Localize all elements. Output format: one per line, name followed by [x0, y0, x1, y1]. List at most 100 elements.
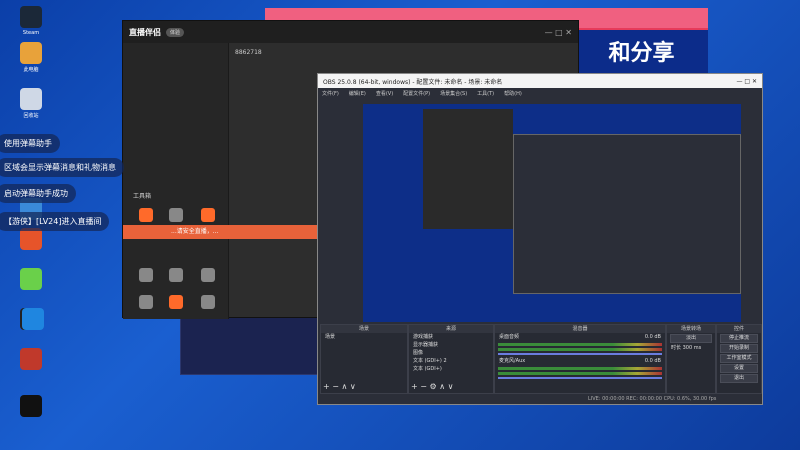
- preview-obs-window: [513, 134, 741, 294]
- app10-icon: [20, 395, 42, 417]
- controls-list: 停止推流 开始录制 工作室模式 设置 退出: [717, 334, 761, 383]
- browser-banner: 和分享: [575, 30, 708, 78]
- tool-8[interactable]: [163, 295, 189, 311]
- mixer-channel[interactable]: 桌面音频 0.0 dB: [495, 333, 665, 355]
- obs-menu-item[interactable]: 文件(F): [322, 90, 339, 97]
- app9-icon: [20, 348, 42, 370]
- mixer-channel-name: 麦克风/Aux: [499, 358, 526, 364]
- obs-menu-item[interactable]: 工具(T): [477, 90, 494, 97]
- obs-menubar: 文件(F) 编辑(E) 查看(V) 配置文件(P) 场景集合(S) 工具(T) 帮助(H): [318, 88, 762, 98]
- tool-icon: [201, 208, 215, 222]
- transition-select[interactable]: 淡出: [670, 334, 712, 343]
- obs-window-controls[interactable]: — □ ✕: [736, 78, 757, 85]
- desktop-icon-label: Steam: [22, 30, 40, 36]
- source-item[interactable]: 显示器捕获: [409, 341, 493, 349]
- controls-dock[interactable]: 控件 停止推流 开始录制 工作室模式 设置 退出: [716, 324, 762, 394]
- mixer-channel[interactable]: 麦克风/Aux 0.0 dB: [495, 357, 665, 379]
- scenes-dock[interactable]: 场景 场景 + − ∧ ∨: [320, 324, 408, 394]
- tool-icon: [169, 295, 183, 309]
- obs-title: OBS 25.0.8 (64-bit, windows) - 配置文件: 未命名…: [323, 78, 503, 86]
- transitions-header: 场景转场: [667, 325, 715, 333]
- obs-menu-item[interactable]: 查看(V): [376, 90, 393, 97]
- control-button[interactable]: 停止推流: [720, 334, 758, 343]
- obs-window[interactable]: OBS 25.0.8 (64-bit, windows) - 配置文件: 未命名…: [317, 73, 763, 405]
- preview-desktop: [363, 154, 418, 224]
- tool-4[interactable]: [133, 268, 159, 284]
- control-button[interactable]: 工作室模式: [720, 354, 758, 363]
- zb-logo: 直播伴侣: [129, 27, 161, 37]
- tool-icon: [201, 268, 215, 282]
- source-item[interactable]: 文本 (GDI+): [409, 365, 493, 373]
- tool-3[interactable]: [195, 208, 221, 224]
- controls-header: 控件: [717, 325, 761, 333]
- duration-label: 时长: [671, 345, 682, 351]
- volume-meter: [498, 348, 662, 351]
- volume-meter: [498, 343, 662, 346]
- source-item[interactable]: 游戏捕获: [409, 333, 493, 341]
- duration-row: 时长 300 ms: [667, 344, 715, 352]
- desktop-icon-app8[interactable]: [18, 308, 48, 332]
- scene-item[interactable]: 场景: [321, 333, 407, 341]
- transitions-dock[interactable]: 场景转场 淡出 时长 300 ms: [666, 324, 716, 394]
- chat-line-3: 启动弹幕助手成功: [0, 184, 76, 203]
- preview-zb-window: [423, 109, 513, 229]
- control-button[interactable]: 开始录制: [720, 344, 758, 353]
- desktop-icon-app9[interactable]: [16, 348, 46, 372]
- source-item[interactable]: 图像: [409, 349, 493, 357]
- obs-menu-item[interactable]: 场景集合(S): [440, 90, 467, 97]
- chat-line-2: 区域会显示弹幕消息和礼物消息: [0, 158, 124, 177]
- obs-preview[interactable]: [363, 104, 741, 322]
- volume-meter: [498, 372, 662, 375]
- obs-menu-item[interactable]: 配置文件(P): [403, 90, 430, 97]
- tool-icon: [139, 268, 153, 282]
- obs-menu-item[interactable]: 编辑(E): [349, 90, 366, 97]
- tool-5[interactable]: [163, 268, 189, 284]
- control-button[interactable]: 退出: [720, 374, 758, 383]
- tool-7[interactable]: [133, 295, 159, 311]
- duration-value[interactable]: 300 ms: [683, 345, 702, 351]
- tool-2[interactable]: [163, 208, 189, 224]
- sources-buttons[interactable]: + − ⚙ ∧ ∨: [411, 382, 453, 391]
- app3-icon: [20, 88, 42, 110]
- volume-meter: [498, 367, 662, 370]
- steam-icon: [20, 6, 42, 28]
- obs-menu-item[interactable]: 帮助(H): [504, 90, 522, 97]
- tool-6[interactable]: [195, 268, 221, 284]
- chat-line-1: 使用弹幕助手: [0, 134, 60, 153]
- app5-icon: [20, 228, 42, 250]
- desktop-icon-app2[interactable]: 此电脑: [16, 42, 46, 73]
- tool-icon: [169, 268, 183, 282]
- obs-statusbar: LIVE: 00:00:00 REC: 00:00:00 CPU: 0.6%, …: [318, 394, 762, 404]
- scenes-buttons[interactable]: + − ∧ ∨: [323, 382, 356, 391]
- tool-icon: [139, 295, 153, 309]
- volume-slider[interactable]: [498, 353, 662, 355]
- tool-icon: [139, 208, 153, 222]
- sources-dock[interactable]: 来源 游戏捕获 显示器捕获 图像 文本 (GDI+) 2 文本 (GDI+) + − ⚙…: [408, 324, 494, 394]
- desktop-icon-app3[interactable]: 回收站: [16, 88, 46, 119]
- desktop-icon-app5[interactable]: [16, 228, 46, 252]
- room-id: 8862718: [235, 49, 262, 56]
- zb-window-controls[interactable]: — □ ✕: [545, 28, 572, 37]
- desktop-icon-app10[interactable]: [16, 395, 46, 419]
- zb-badge: 体验: [166, 27, 185, 37]
- control-button[interactable]: 设置: [720, 364, 758, 373]
- obs-titlebar: OBS 25.0.8 (64-bit, windows) - 配置文件: 未命名…: [318, 74, 762, 88]
- mixer-channel-db: 0.0 dB: [644, 358, 661, 364]
- tool-1[interactable]: [133, 208, 159, 224]
- volume-slider[interactable]: [498, 377, 662, 379]
- tool-icon: [201, 295, 215, 309]
- toolbox-label: 工具箱: [133, 193, 152, 200]
- desktop-icon-app6[interactable]: [16, 268, 46, 292]
- zb-titlebar: 直播伴侣 体验 — □ ✕: [123, 21, 578, 43]
- mixer-header: 混音器: [495, 325, 665, 333]
- source-item[interactable]: 文本 (GDI+) 2: [409, 357, 493, 365]
- mixer-dock[interactable]: 混音器 桌面音频 0.0 dB 麦克风/Aux 0.0 dB: [494, 324, 666, 394]
- desktop-icon-label: 回收站: [23, 113, 39, 119]
- app2-icon: [20, 42, 42, 64]
- tool-9[interactable]: [195, 295, 221, 311]
- desktop-icon-steam[interactable]: Steam: [16, 6, 46, 36]
- sources-list: 游戏捕获 显示器捕获 图像 文本 (GDI+) 2 文本 (GDI+): [409, 333, 493, 373]
- tool-icon: [169, 208, 183, 222]
- scenes-header: 场景: [321, 325, 407, 333]
- app6-icon: [20, 268, 42, 290]
